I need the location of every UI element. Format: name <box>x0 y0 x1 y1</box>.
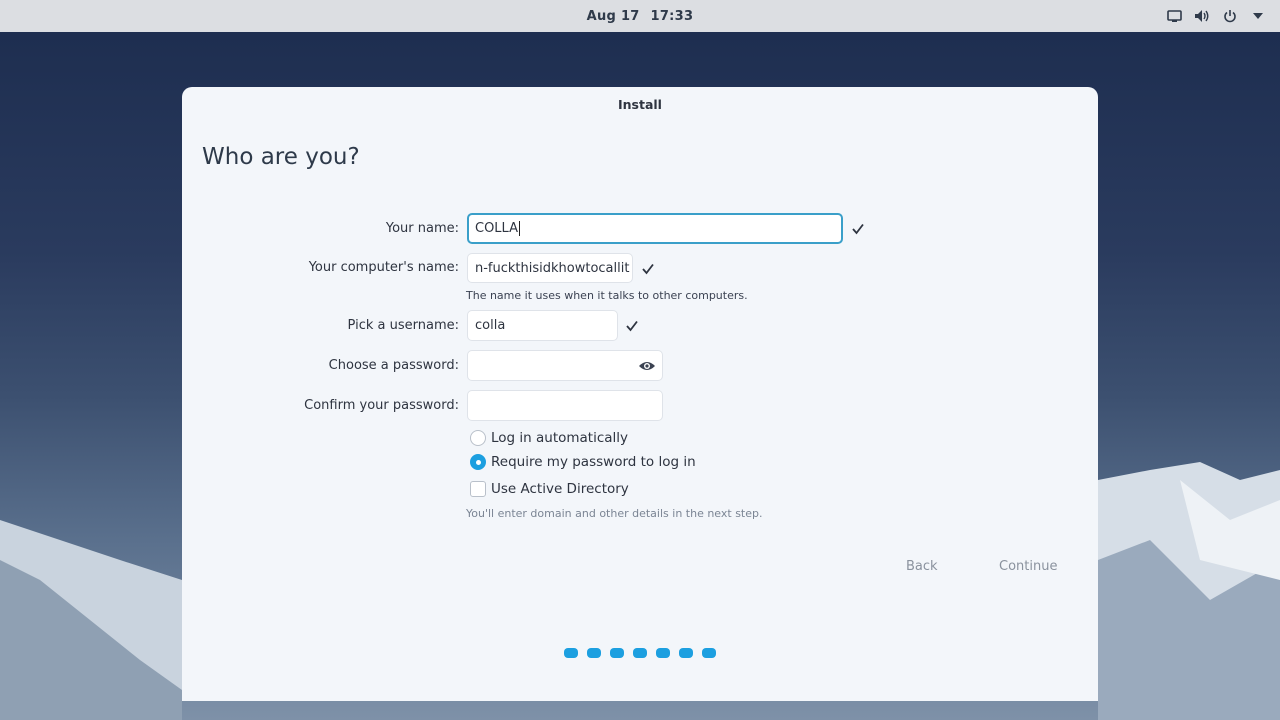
clock[interactable]: Aug 17 17:33 <box>584 9 697 24</box>
your-name-input[interactable]: COLLA <box>467 213 843 244</box>
system-tray[interactable] <box>1166 0 1266 32</box>
text-caret <box>519 221 520 236</box>
require-password-radio[interactable] <box>470 454 486 470</box>
autologin-label: Log in automatically <box>491 430 629 446</box>
power-icon[interactable] <box>1222 8 1238 24</box>
your-name-value: COLLA <box>475 221 518 236</box>
confirm-password-input[interactable] <box>467 390 663 421</box>
password-label: Choose a password: <box>328 358 459 373</box>
page-heading: Who are you? <box>202 144 360 170</box>
confirm-password-label: Confirm your password: <box>304 398 459 413</box>
progress-dot <box>679 648 693 658</box>
computer-name-hint: The name it uses when it talks to other … <box>466 289 748 302</box>
progress-dot <box>564 648 578 658</box>
display-icon[interactable] <box>1166 8 1182 24</box>
volume-icon[interactable] <box>1194 8 1210 24</box>
show-password-icon[interactable] <box>638 359 656 373</box>
clock-time: 17:33 <box>650 8 694 24</box>
active-directory-hint: You'll enter domain and other details in… <box>466 507 763 520</box>
continue-button[interactable]: Continue <box>999 559 1057 574</box>
progress-dot <box>633 648 647 658</box>
progress-dot <box>610 648 624 658</box>
username-input[interactable]: colla <box>467 310 618 341</box>
active-directory-option[interactable]: Use Active Directory <box>470 481 629 497</box>
clock-date: Aug 17 <box>586 8 640 24</box>
progress-dot <box>587 648 601 658</box>
active-directory-label: Use Active Directory <box>491 481 629 497</box>
computer-name-value: n-fuckthisidkhowtocallit <box>475 260 630 276</box>
window-title: Install <box>618 97 662 112</box>
computer-name-label: Your computer's name: <box>308 260 459 275</box>
autologin-option[interactable]: Log in automatically <box>470 430 628 446</box>
computer-name-input[interactable]: n-fuckthisidkhowtocallit <box>467 253 633 283</box>
require-password-option[interactable]: Require my password to log in <box>470 454 696 470</box>
active-directory-checkbox[interactable] <box>470 481 486 497</box>
progress-dot <box>656 648 670 658</box>
install-window: Install Who are you? Your name: COLLA Yo… <box>182 87 1098 701</box>
checkmark-icon <box>642 263 654 275</box>
your-name-label: Your name: <box>385 221 459 236</box>
autologin-radio[interactable] <box>470 430 486 446</box>
password-input[interactable] <box>467 350 663 381</box>
require-password-label: Require my password to log in <box>491 454 696 470</box>
back-button[interactable]: Back <box>906 559 938 574</box>
username-label: Pick a username: <box>347 318 459 333</box>
menu-arrow-icon[interactable] <box>1250 8 1266 24</box>
progress-dot <box>702 648 716 658</box>
checkmark-icon <box>626 320 638 332</box>
top-bar: Aug 17 17:33 <box>0 0 1280 32</box>
username-value: colla <box>475 318 506 333</box>
checkmark-icon <box>852 223 864 235</box>
progress-indicator <box>564 648 716 658</box>
